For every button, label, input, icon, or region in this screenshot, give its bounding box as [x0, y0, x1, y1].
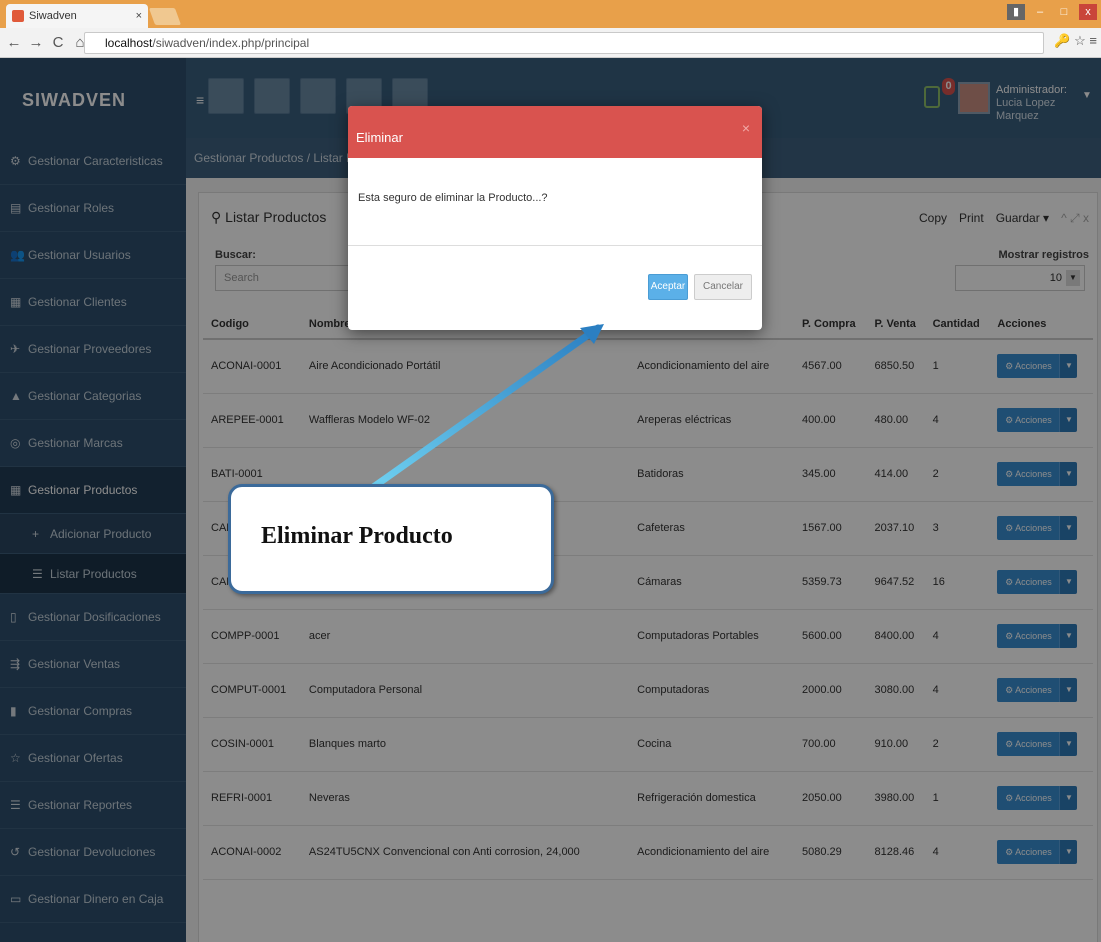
- new-tab-button[interactable]: [148, 8, 182, 25]
- maximize-button[interactable]: □: [1055, 4, 1073, 20]
- browser-menu-icons[interactable]: 🔑 ☆ ≡: [1054, 33, 1097, 49]
- reload-icon[interactable]: C: [50, 34, 66, 51]
- url-host: localhost: [105, 36, 153, 50]
- modal-header: Eliminar: [348, 106, 762, 158]
- modal-message: Esta seguro de eliminar la Producto...?: [358, 192, 548, 204]
- favicon-icon: [12, 10, 24, 22]
- delete-modal: Eliminar × Esta seguro de eliminar la Pr…: [348, 106, 762, 330]
- profile-icon[interactable]: ▮: [1007, 4, 1025, 20]
- cancel-button[interactable]: Cancelar: [694, 274, 752, 300]
- modal-title: Eliminar: [356, 130, 403, 145]
- tab-close-icon[interactable]: ×: [136, 10, 142, 22]
- minimize-button[interactable]: –: [1031, 4, 1049, 20]
- browser-tabbar: Siwadven × ▮ – □ x: [0, 0, 1101, 28]
- url-path: /siwadven/index.php/principal: [152, 36, 310, 50]
- accept-button[interactable]: Aceptar: [648, 274, 688, 300]
- modal-footer: Aceptar Cancelar: [348, 246, 762, 330]
- annotation-callout: Eliminar Producto: [228, 484, 554, 594]
- browser-toolbar: ← → C ⌂ localhost/siwadven/index.php/pri…: [0, 28, 1101, 58]
- address-bar[interactable]: localhost/siwadven/index.php/principal: [84, 32, 1044, 54]
- callout-text: Eliminar Producto: [261, 523, 453, 549]
- close-icon[interactable]: ×: [742, 120, 750, 136]
- back-icon[interactable]: ←: [6, 34, 22, 51]
- modal-body: Esta seguro de eliminar la Producto...?: [348, 158, 762, 246]
- browser-tab-title: Siwadven: [29, 10, 77, 22]
- browser-tab[interactable]: Siwadven ×: [6, 4, 148, 28]
- page-root: Siwadven × ▮ – □ x ← → C ⌂ localhost/siw…: [0, 0, 1101, 942]
- forward-icon[interactable]: →: [28, 34, 44, 51]
- close-window-button[interactable]: x: [1079, 4, 1097, 20]
- window-controls: ▮ – □ x: [1007, 4, 1097, 20]
